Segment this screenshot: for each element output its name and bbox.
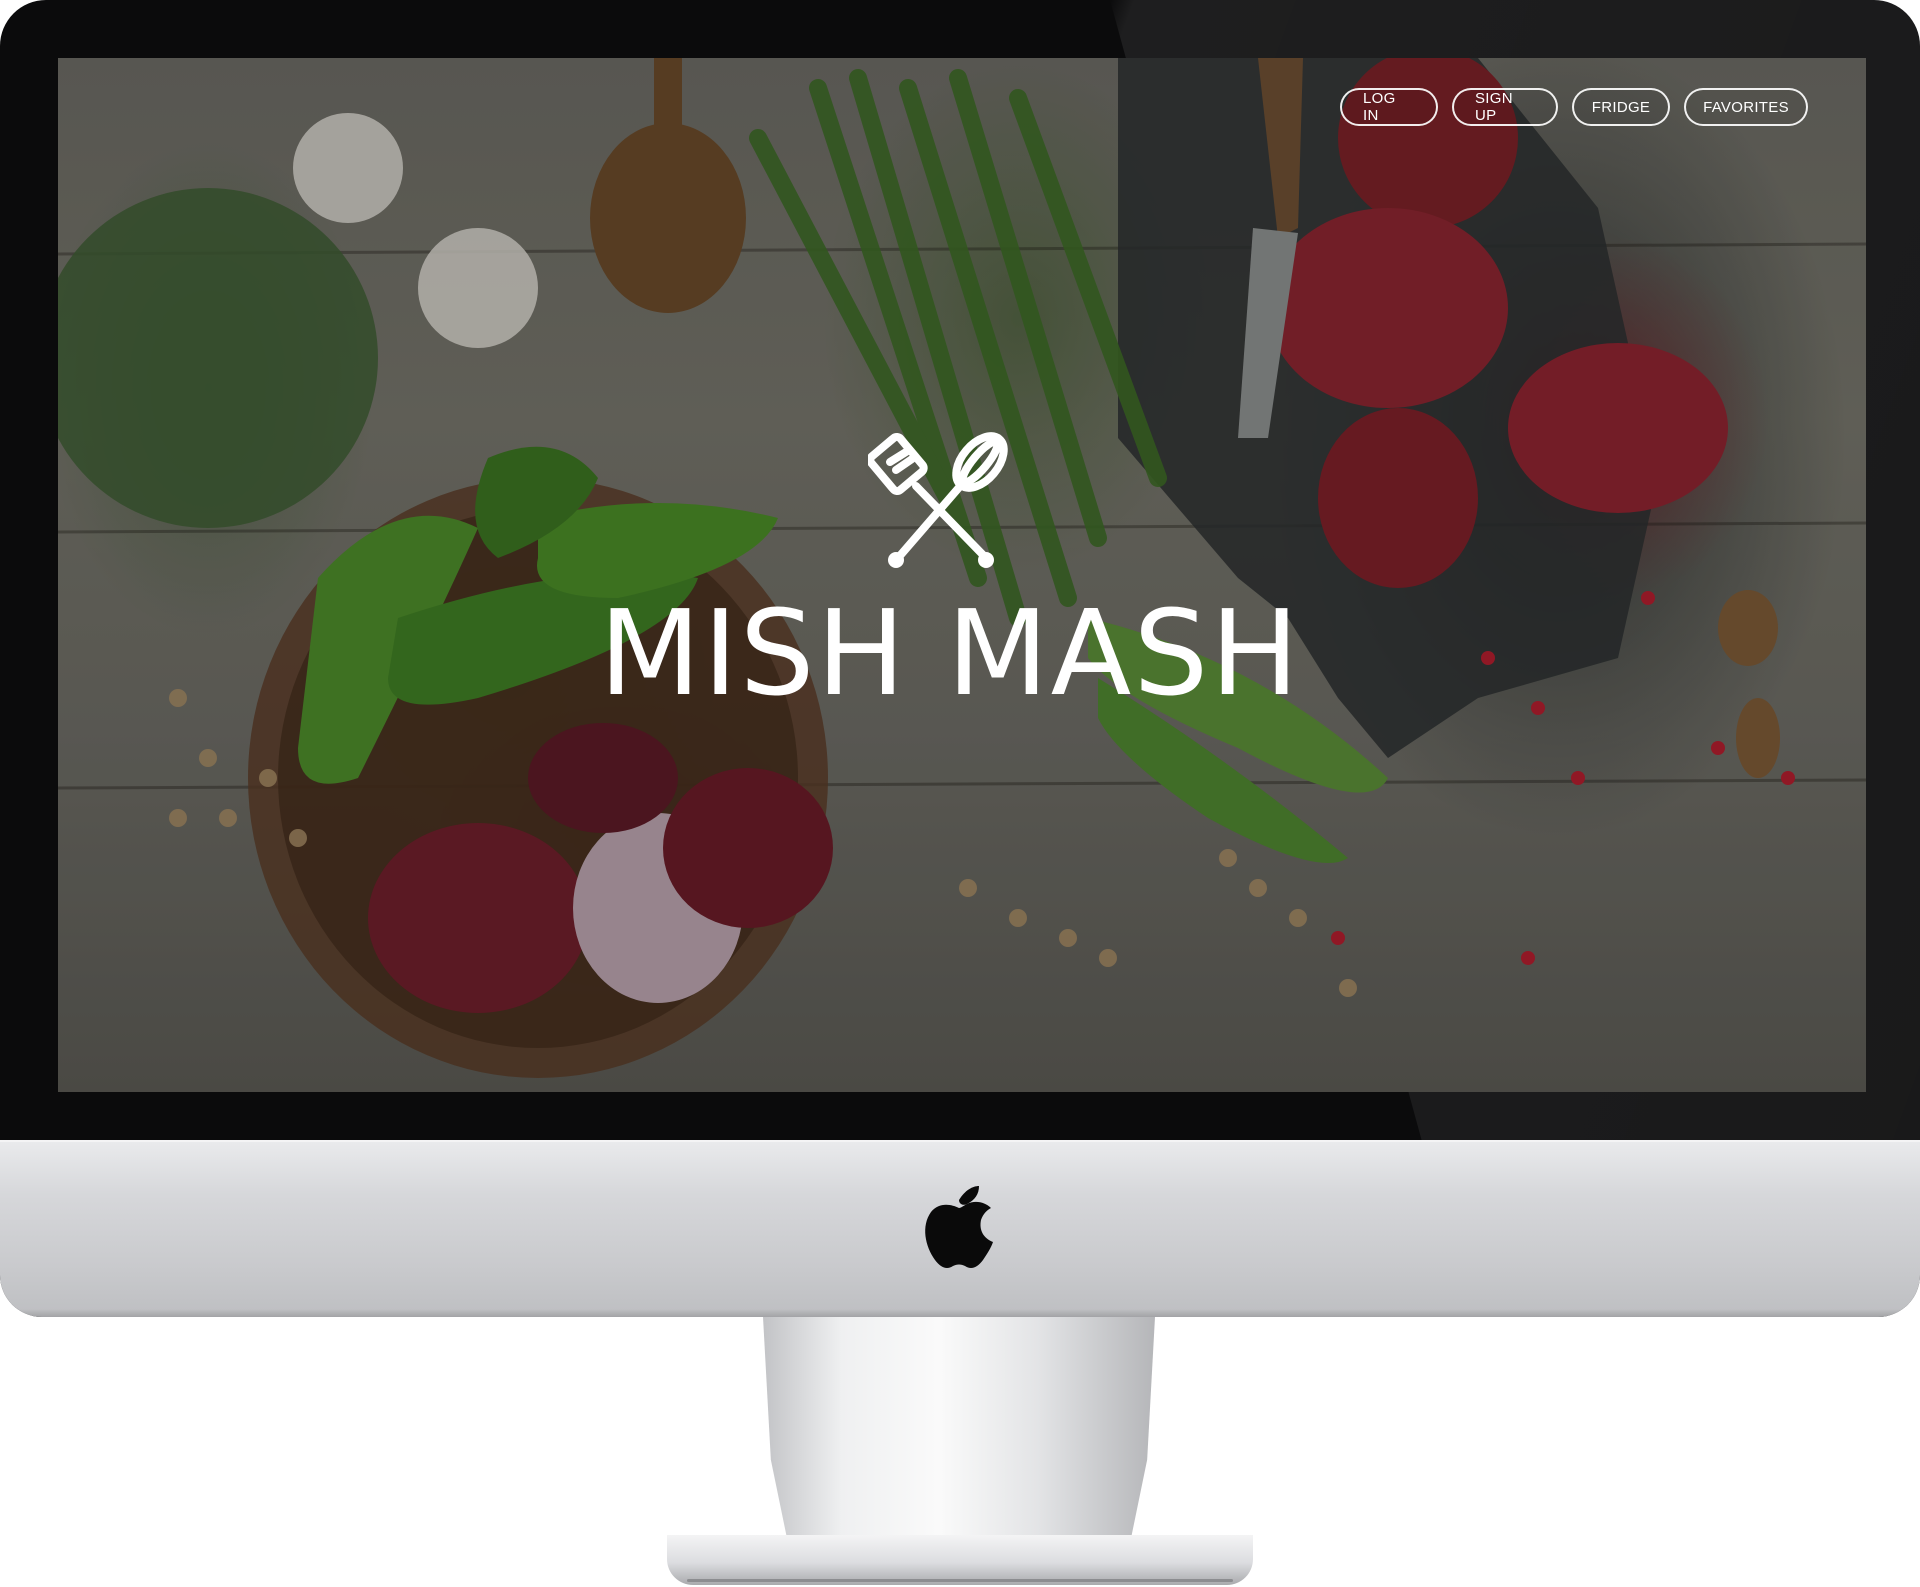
stand-base-edge xyxy=(687,1579,1233,1582)
spatula-whisk-crossed-icon xyxy=(868,432,1008,568)
login-button[interactable]: LOG IN xyxy=(1340,88,1438,126)
monitor-stand-neck xyxy=(763,1317,1155,1555)
site-title: MISH MASH xyxy=(599,584,1301,722)
website-screen: LOG IN SIGN UP FRIDGE FAVORITES MISH MAS… xyxy=(58,58,1866,1092)
top-nav: LOG IN SIGN UP FRIDGE FAVORITES xyxy=(1340,88,1808,126)
favorites-button[interactable]: FAVORITES xyxy=(1684,88,1808,126)
apple-logo-icon xyxy=(925,1186,993,1268)
signup-button[interactable]: SIGN UP xyxy=(1452,88,1558,126)
monitor-stand-base xyxy=(667,1535,1253,1585)
fridge-button[interactable]: FRIDGE xyxy=(1572,88,1670,126)
imac-monitor: LOG IN SIGN UP FRIDGE FAVORITES MISH MAS… xyxy=(0,0,1920,1317)
chin-shadow xyxy=(0,1309,1920,1317)
